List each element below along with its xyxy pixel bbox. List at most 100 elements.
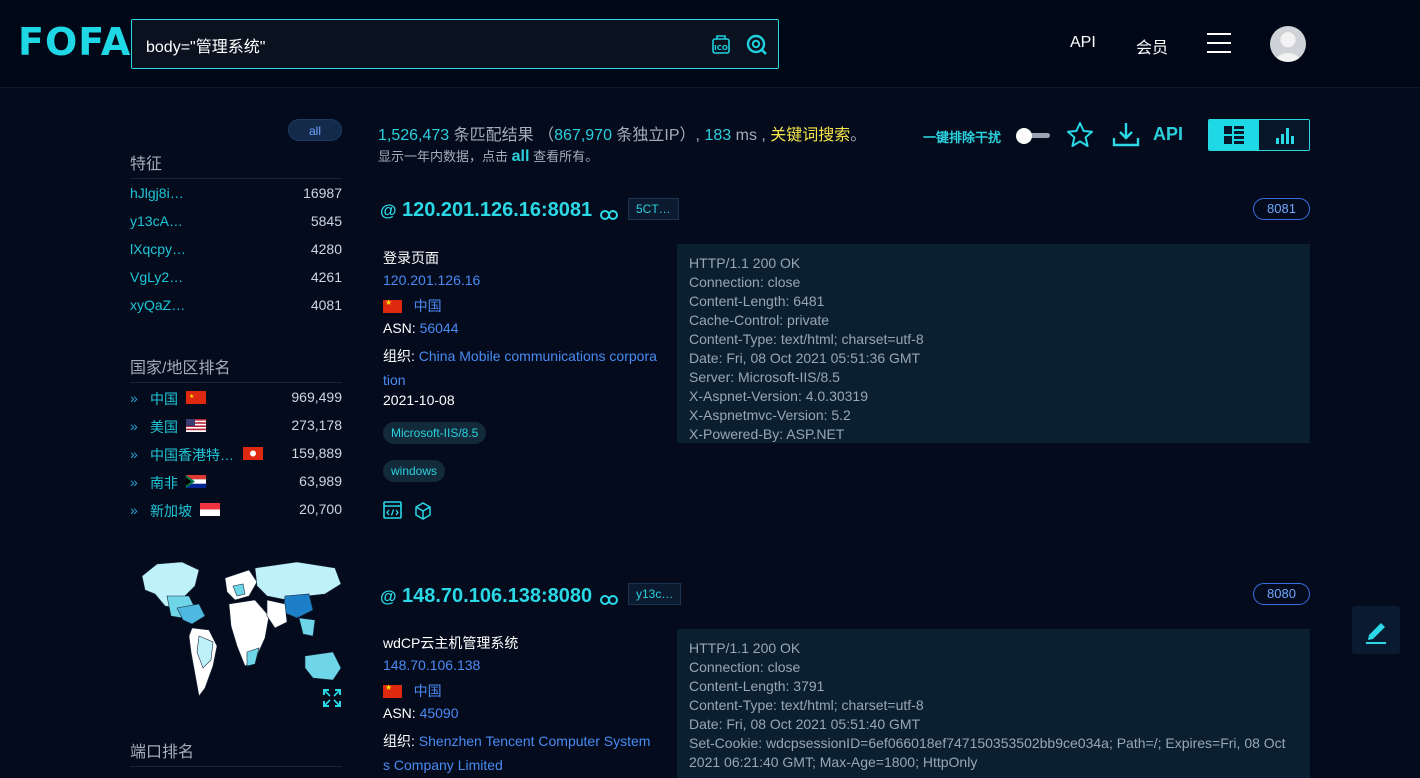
query-ms: 183 (704, 127, 732, 144)
country-ranking-title: 国家/地区排名 (130, 360, 231, 377)
port-ranking-title: 端口排名 (130, 744, 195, 761)
http-response-panel[interactable]: HTTP/1.1 200 OK Connection: close Conten… (677, 629, 1310, 778)
icon-search-ico-icon[interactable]: ICO (710, 34, 732, 56)
list-view-button[interactable] (1209, 120, 1259, 150)
asn-link[interactable]: 45090 (420, 705, 459, 721)
product-pill[interactable]: Microsoft-IIS/8.5 (383, 422, 487, 444)
search-box: ICO (131, 19, 779, 69)
divider (130, 766, 342, 767)
chevron-right-icon: » (130, 446, 138, 462)
feature-row[interactable]: VgLy2… 4261 (130, 269, 342, 285)
result-title: wdCP云主机管理系统 (383, 635, 519, 651)
flag-za-icon (186, 475, 206, 488)
api-button[interactable]: API (1153, 124, 1183, 145)
download-icon[interactable] (1111, 120, 1141, 150)
result-country[interactable]: 中国 (383, 296, 442, 316)
country-row-sg[interactable]: » 新加坡 20,700 (130, 501, 342, 519)
svg-text:★: ★ (189, 393, 194, 400)
keyword-search-link[interactable]: 关键词搜索 (770, 127, 850, 144)
http-header-line: X-Aspnetmvc-Version: 5.2 (689, 407, 851, 423)
chevron-right-icon: » (130, 390, 138, 406)
result-host-link[interactable]: 148.70.106.138:8080 (402, 585, 592, 608)
feedback-edit-button[interactable] (1352, 606, 1400, 654)
exclude-noise-toggle[interactable] (1016, 128, 1050, 144)
avatar[interactable] (1270, 26, 1306, 62)
flag-hk-icon (243, 447, 263, 460)
top-header: FOFA ICO API 会员 (0, 0, 1420, 88)
feature-count: 4081 (310, 297, 342, 313)
asn-link[interactable]: 56044 (420, 320, 459, 336)
hint-text-end: 查看所有。 (533, 149, 599, 164)
os-pill[interactable]: windows (383, 460, 446, 482)
result-summary: 1,526,473 条匹配结果 （867,970 条独立IP）, 183 ms … (378, 121, 866, 145)
cube-icon (415, 502, 431, 520)
result-date: 2021-10-08 (383, 392, 455, 408)
at-icon: @ (380, 587, 397, 606)
country-name: 新加坡 (150, 503, 192, 519)
http-header-line: Content-Length: 3791 (689, 678, 825, 694)
feature-row[interactable]: lXqcpy… 4280 (130, 241, 342, 257)
flag-cn-icon (383, 298, 402, 313)
http-header-line: Content-Type: text/html; charset=utf-8 (689, 331, 924, 347)
exclude-noise-label: 一键排除干扰 (923, 130, 1002, 145)
stats-view-button[interactable] (1259, 120, 1309, 150)
org-link[interactable]: China Mobile communications corporation (383, 348, 657, 388)
world-map[interactable] (137, 556, 347, 706)
http-header-line: Date: Fri, 08 Oct 2021 05:51:36 GMT (689, 350, 921, 366)
http-header-line: X-Powered-By: ASP.NET (689, 426, 845, 442)
http-header-line: Server: Microsoft-IIS/8.5 (689, 369, 840, 385)
flag-cn-icon (383, 683, 402, 698)
view-toggle (1208, 119, 1310, 151)
http-header-line: Connection: close (689, 659, 801, 675)
feature-count: 16987 (303, 185, 342, 201)
search-input[interactable] (146, 32, 706, 58)
feature-row[interactable]: hJlgj8i… 16987 (130, 185, 342, 201)
search-icon[interactable] (746, 34, 768, 56)
result-host-link[interactable]: 120.201.126.16:8081 (402, 199, 592, 222)
show-all-link[interactable]: all (512, 148, 530, 165)
port-badge[interactable]: 8080 (1253, 583, 1310, 605)
country-row-za[interactable]: » 南非 63,989 (130, 473, 342, 491)
link-icon[interactable] (600, 592, 618, 605)
menu-icon[interactable] (1207, 33, 1231, 53)
pencil-icon (1366, 623, 1386, 644)
ms-suffix: ms , (735, 127, 766, 144)
country-link[interactable]: 中国 (414, 298, 442, 314)
star-icon[interactable] (1066, 121, 1094, 149)
result-ip-link[interactable]: 148.70.106.138 (383, 657, 480, 673)
nav-api-link[interactable]: API (1070, 34, 1096, 52)
feature-count: 4280 (310, 241, 342, 257)
features-title: 特征 (130, 156, 163, 173)
bar-chart-icon (1276, 128, 1294, 144)
nav-member-link[interactable]: 会员 (1136, 34, 1168, 58)
port-badge[interactable]: 8081 (1253, 198, 1310, 220)
link-icon[interactable] (600, 207, 618, 220)
country-row-cn[interactable]: » 中国 ★ 969,499 (130, 389, 342, 407)
hint-text: 显示一年内数据，点击 (378, 149, 509, 164)
all-filter-pill[interactable]: all (288, 119, 342, 141)
country-row-us[interactable]: » 美国 273,178 (130, 417, 342, 435)
divider (130, 178, 342, 179)
feature-row[interactable]: xyQaZ… 4081 (130, 297, 342, 313)
fingerprint-tag[interactable]: 5CT… (628, 198, 679, 220)
org-link[interactable]: Shenzhen Tencent Computer Systems Compan… (383, 733, 650, 773)
feature-count: 5845 (310, 213, 342, 229)
country-link[interactable]: 中国 (414, 683, 442, 699)
http-header-line: Date: Fri, 08 Oct 2021 05:51:40 GMT (689, 716, 921, 732)
country-row-hk[interactable]: » 中国香港特… 159,889 (130, 445, 342, 463)
expand-icon[interactable] (322, 688, 342, 708)
fingerprint-tag[interactable]: y13c… (628, 583, 682, 605)
country-name: 中国香港特… (150, 447, 234, 463)
country-name: 美国 (150, 419, 178, 435)
result-country[interactable]: 中国 (383, 681, 442, 701)
fofa-logo[interactable]: FOFA (18, 20, 131, 64)
result-title: 登录页面 (383, 250, 439, 266)
http-response-panel[interactable]: HTTP/1.1 200 OK Connection: close Conten… (677, 244, 1310, 443)
result-ip-link[interactable]: 120.201.126.16 (383, 272, 480, 288)
http-header-line: X-Aspnet-Version: 4.0.30319 (689, 388, 869, 404)
code-icon (383, 501, 402, 519)
chevron-right-icon: » (130, 418, 138, 434)
list-view-icon (1224, 126, 1244, 144)
country-count: 159,889 (291, 445, 342, 461)
feature-row[interactable]: y13cA… 5845 (130, 213, 342, 229)
